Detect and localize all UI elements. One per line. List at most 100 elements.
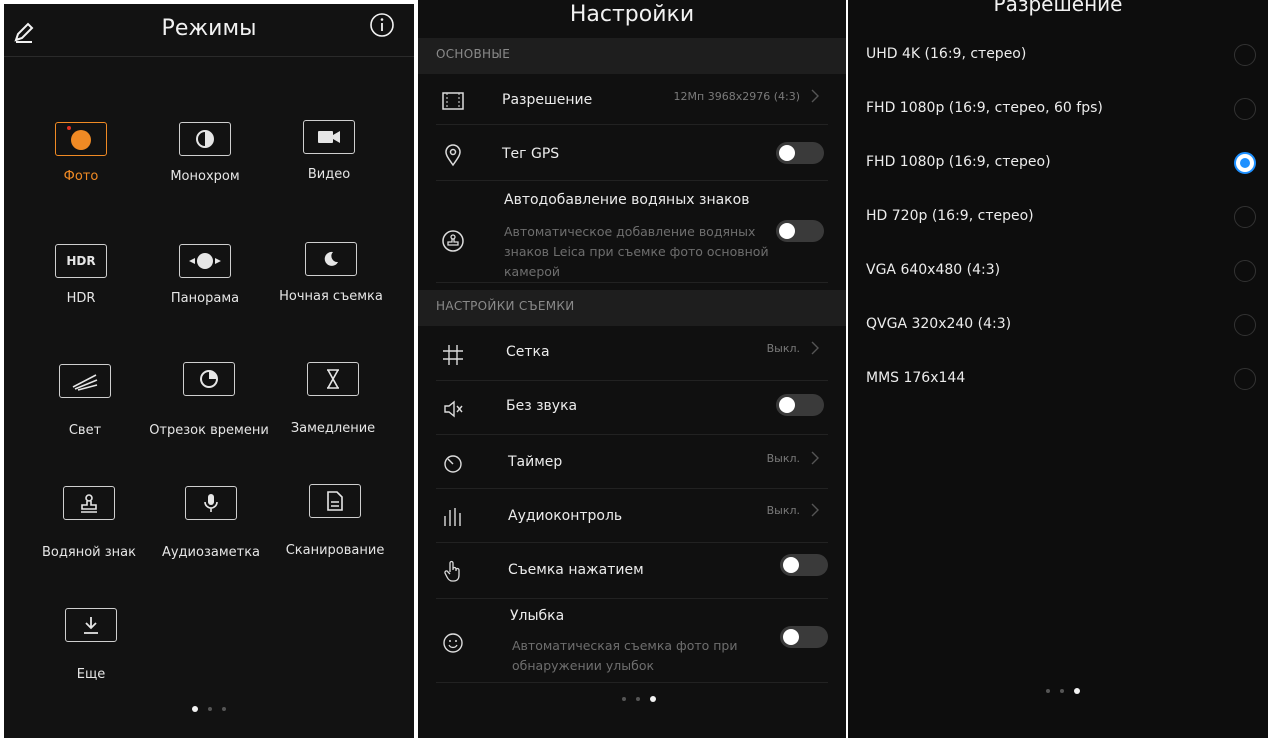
mode-label: Сканирование [285, 543, 385, 558]
setting-timer[interactable]: Таймер Выкл. [436, 436, 828, 489]
radio-button[interactable] [1234, 314, 1256, 336]
page-dot [208, 707, 212, 711]
photo-circle-icon [55, 122, 107, 156]
monochrome-icon [179, 122, 231, 156]
resolution-panel: Разрешение UHD 4K (16:9, стерео) FHD 108… [848, 0, 1268, 738]
resolution-option[interactable]: QVGA 320x240 (4:3) [866, 312, 1256, 342]
radio-button[interactable] [1234, 44, 1256, 66]
modes-panel: Режимы Фото Монохром Видео HDR HDR Панор… [4, 4, 414, 738]
page-dot [222, 707, 226, 711]
page-dot-active [650, 696, 656, 702]
modes-header: Режимы [4, 4, 414, 57]
resolution-option-selected[interactable]: FHD 1080p (16:9, стерео) [866, 150, 1256, 180]
hdr-icon: HDR [55, 244, 107, 278]
mode-label: Замедление [290, 421, 376, 436]
radio-button[interactable] [1234, 98, 1256, 120]
grid-hash-icon [443, 345, 463, 365]
page-title: Настройки [569, 2, 695, 27]
chevron-right-icon [811, 89, 819, 103]
tap-hand-icon [444, 560, 460, 582]
radio-button[interactable] [1234, 206, 1256, 228]
mode-label: Панорама [170, 291, 240, 306]
smile-face-icon [443, 633, 463, 653]
mode-panorama[interactable]: Панорама [140, 244, 270, 344]
chevron-right-icon [811, 451, 819, 465]
page-dot-active [1074, 688, 1080, 694]
gps-toggle[interactable] [776, 142, 824, 164]
chevron-right-icon [811, 341, 819, 355]
resolution-option[interactable]: MMS 176x144 [866, 366, 1256, 396]
page-dot [622, 697, 626, 701]
setting-grid[interactable]: Сетка Выкл. [436, 328, 828, 381]
location-pin-icon [445, 144, 461, 167]
timelapse-icon [183, 362, 235, 396]
setting-gps[interactable]: Тег GPS [436, 126, 828, 181]
page-dot [1060, 689, 1064, 693]
page-title: Режимы [161, 16, 257, 41]
mode-label: Ночная съемка [279, 289, 383, 304]
mode-scan[interactable]: Сканирование [270, 484, 400, 584]
microphone-icon [185, 486, 237, 520]
mode-monochrome[interactable]: Монохром [140, 122, 270, 222]
mode-label: HDR [66, 291, 96, 306]
film-frame-icon [442, 92, 464, 110]
chevron-right-icon [811, 503, 819, 517]
video-camera-icon [303, 120, 355, 154]
mode-label: Аудиозаметка [161, 545, 261, 560]
mute-speaker-icon [444, 400, 463, 418]
resolution-value: 12Мп 3968x2976 (4:3) [673, 90, 800, 103]
night-moon-icon [305, 242, 357, 276]
mode-watermark[interactable]: Водяной знак [24, 486, 154, 586]
resolution-option[interactable]: HD 720p (16:9, стерео) [866, 204, 1256, 234]
page-dot-active [192, 706, 198, 712]
watermark-stamp-icon [442, 230, 464, 252]
mode-label: Отрезок времени [149, 423, 269, 438]
mode-video[interactable]: Видео [264, 120, 394, 220]
settings-panel: Настройки ОСНОВНЫЕ Разрешение 12Мп 3968x… [418, 0, 846, 738]
mode-audio-note[interactable]: Аудиозаметка [146, 486, 276, 586]
mode-light[interactable]: Свет [20, 364, 150, 464]
light-streak-icon [59, 364, 111, 398]
radio-button[interactable] [1234, 368, 1256, 390]
setting-resolution[interactable]: Разрешение 12Мп 3968x2976 (4:3) [436, 76, 828, 125]
download-icon [65, 608, 117, 642]
mode-label: Фото [63, 169, 99, 184]
setting-mute[interactable]: Без звука [436, 382, 828, 435]
timer-icon [444, 455, 462, 473]
mode-more[interactable]: Еще [26, 608, 156, 708]
touch-capture-toggle[interactable] [780, 554, 828, 576]
setting-smile[interactable]: Улыбка Автоматическая съемка фото при об… [436, 600, 828, 683]
setting-audio-control[interactable]: Аудиоконтроль Выкл. [436, 490, 828, 543]
watermark-toggle[interactable] [776, 220, 824, 242]
hourglass-icon [307, 362, 359, 396]
watermark-stamp-icon [63, 486, 115, 520]
section-header-shooting: НАСТРОЙКИ СЪЕМКИ [418, 290, 846, 326]
resolution-option[interactable]: FHD 1080p (16:9, стерео, 60 fps) [866, 96, 1256, 126]
page-title: Разрешение [993, 0, 1123, 16]
radio-button-selected[interactable] [1234, 152, 1256, 174]
mode-label: Видео [307, 167, 351, 182]
mode-photo[interactable]: Фото [16, 122, 146, 222]
setting-watermark[interactable]: Автодобавление водяных знаков Автоматиче… [436, 182, 828, 283]
mute-toggle[interactable] [776, 394, 824, 416]
setting-touch-capture[interactable]: Съемка нажатием [436, 544, 828, 599]
smile-toggle[interactable] [780, 626, 828, 648]
document-scan-icon [309, 484, 361, 518]
page-indicator [192, 706, 226, 712]
info-icon[interactable] [369, 12, 395, 38]
radio-button[interactable] [1234, 260, 1256, 282]
panorama-icon [179, 244, 231, 278]
audio-bars-icon [444, 508, 461, 526]
mode-slowmo[interactable]: Замедление [268, 362, 398, 462]
page-dot [1046, 689, 1050, 693]
mode-night[interactable]: Ночная съемка [266, 242, 396, 342]
page-indicator [622, 696, 656, 702]
resolution-option[interactable]: VGA 640x480 (4:3) [866, 258, 1256, 288]
page-indicator [1046, 688, 1080, 694]
resolution-option[interactable]: UHD 4K (16:9, стерео) [866, 42, 1256, 72]
mode-hdr[interactable]: HDR HDR [16, 244, 146, 344]
page-dot [636, 697, 640, 701]
mode-label: Еще [76, 667, 106, 682]
mode-timelapse[interactable]: Отрезок времени [144, 362, 274, 462]
section-header-main: ОСНОВНЫЕ [418, 38, 846, 74]
